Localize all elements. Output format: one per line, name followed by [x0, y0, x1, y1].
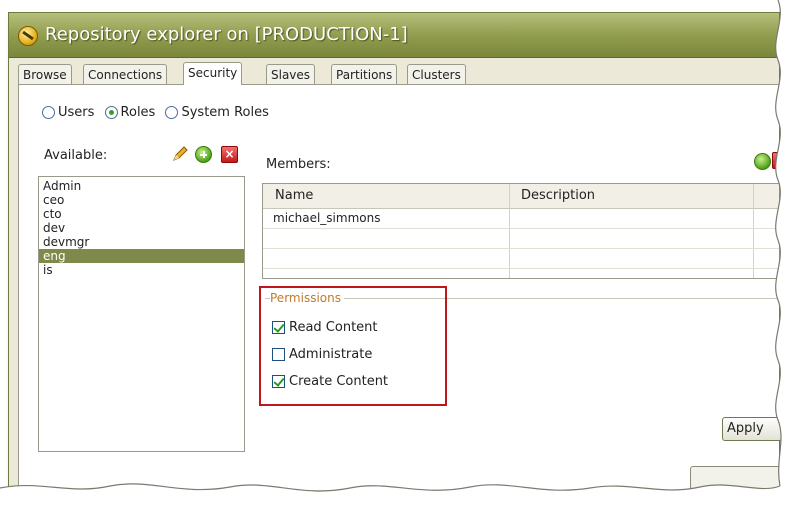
add-role-icon[interactable] — [195, 146, 212, 163]
member-name-cell: michael_simmons — [273, 211, 381, 225]
radio-system-roles[interactable]: System Roles — [165, 105, 269, 120]
delete-role-icon[interactable]: × — [221, 146, 238, 163]
radio-dot-selected — [104, 106, 118, 119]
add-member-icon[interactable] — [754, 153, 771, 170]
tab-connections[interactable]: Connections — [83, 64, 168, 84]
window-title: Repository explorer on [PRODUCTION-1] — [45, 24, 408, 45]
radio-roles[interactable]: Roles — [104, 105, 156, 120]
radio-users-label: Users — [58, 105, 95, 120]
delete-member-icon[interactable] — [772, 152, 786, 169]
title-bar[interactable]: Repository explorer on [PRODUCTION-1] — [9, 13, 779, 58]
list-item[interactable]: devmgr — [39, 235, 244, 249]
tab-security[interactable]: Security — [183, 62, 243, 85]
tab-partitions[interactable]: Partitions — [331, 64, 398, 84]
apply-button[interactable]: Apply — [722, 417, 782, 441]
available-label: Available: — [44, 148, 108, 163]
radio-dot — [42, 106, 55, 119]
available-roles-list[interactable]: Admin ceo cto dev devmgr eng is — [38, 176, 245, 452]
pencil-icon[interactable] — [171, 145, 189, 163]
list-item[interactable]: cto — [39, 207, 244, 221]
permissions-highlight-box — [259, 286, 447, 406]
column-header-name[interactable]: Name — [263, 184, 505, 208]
table-row-empty — [263, 248, 779, 269]
radio-roles-label: Roles — [120, 105, 156, 120]
pentaho-logo-icon — [18, 26, 38, 46]
table-row[interactable]: michael_simmons — [263, 208, 779, 229]
radio-system-roles-label: System Roles — [181, 105, 269, 120]
role-type-radio-group: Users Roles System Roles — [42, 105, 275, 123]
tab-browse[interactable]: Browse — [18, 64, 72, 84]
list-item[interactable]: Admin — [39, 179, 244, 193]
radio-dot — [165, 106, 179, 119]
column-header-description[interactable]: Description — [509, 184, 761, 208]
table-header: Name Description — [263, 184, 779, 209]
members-table: Name Description michael_simmons — [262, 183, 780, 279]
table-row-empty — [263, 228, 779, 249]
tab-slaves[interactable]: Slaves — [266, 64, 316, 84]
list-item-selected[interactable]: eng — [39, 249, 244, 263]
list-item[interactable]: ceo — [39, 193, 244, 207]
list-item[interactable]: dev — [39, 221, 244, 235]
member-description-cell — [509, 208, 519, 228]
members-label: Members: — [266, 157, 331, 172]
dialog-button-partial[interactable] — [690, 466, 782, 490]
list-item[interactable]: is — [39, 263, 244, 277]
radio-users[interactable]: Users — [42, 105, 94, 120]
tab-clusters[interactable]: Clusters — [407, 64, 466, 84]
